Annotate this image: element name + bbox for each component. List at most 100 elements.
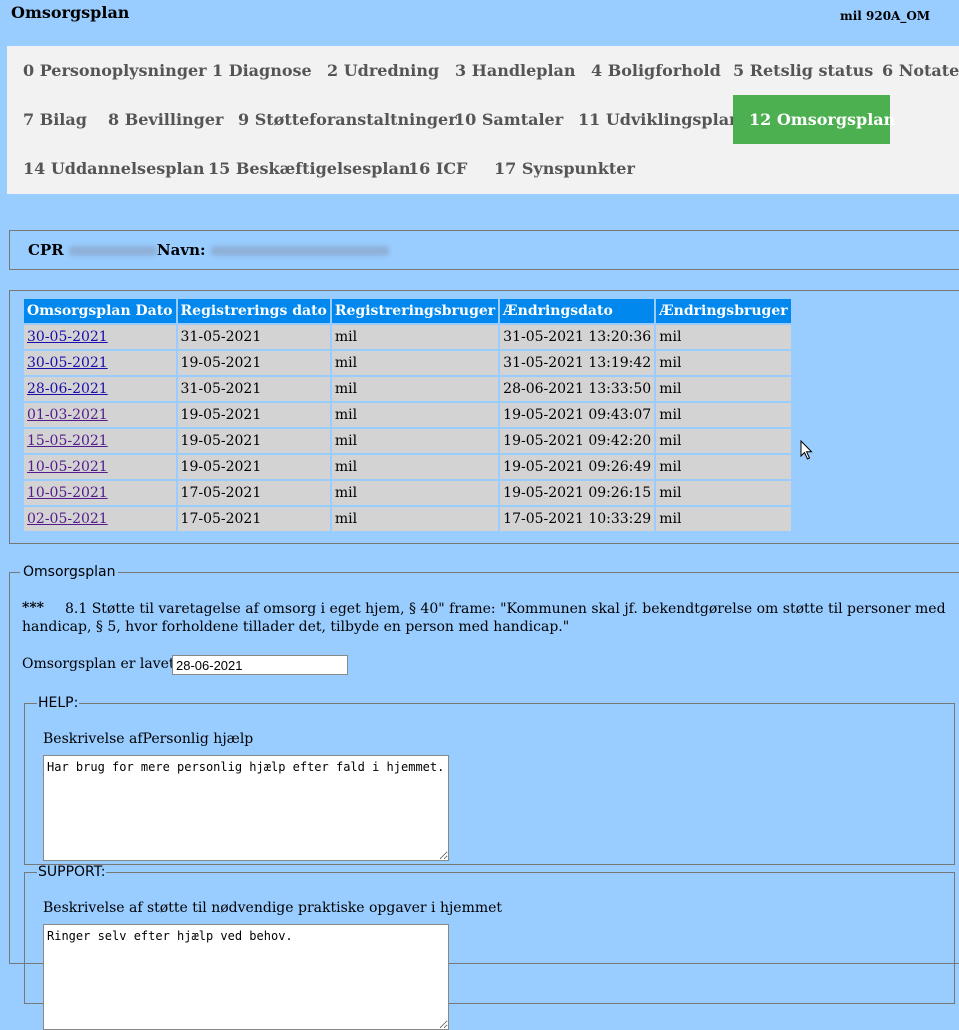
table-row: 02-05-2021 17-05-2021 mil 17-05-2021 10:… [24,507,791,531]
cell-change-date: 31-05-2021 13:20:36 [500,325,655,349]
top-bar: Omsorgsplan mil 920A_OM [0,0,959,44]
cell-change-user: mil [656,377,791,401]
help-fieldset: HELP: Beskrivelse afPersonlig hjælp Har … [24,695,955,865]
cell-reg-user: mil [331,455,499,479]
mouse-pointer-icon [800,440,813,460]
help-description-textarea[interactable]: Har brug for mere personlig hjælp efter … [43,755,449,861]
tab-personoplysninger[interactable]: 0 Personoplysninger [7,46,223,95]
cell-reg-date: 19-05-2021 [177,351,330,375]
cell-change-date: 19-05-2021 09:26:49 [500,455,655,479]
cell-reg-date: 19-05-2021 [177,403,330,427]
cell-plan-date: 01-03-2021 [24,403,176,427]
cpr-value-redacted [68,246,157,256]
plans-table-box: Omsorgsplan Dato Registrerings dato Regi… [9,290,959,544]
cell-reg-user: mil [331,403,499,427]
plan-date-link[interactable]: 15-05-2021 [27,433,108,449]
col-omsorgsplan-dato[interactable]: Omsorgsplan Dato [24,299,176,323]
col-registreringsbruger[interactable]: Registreringsbruger [331,299,499,323]
plan-date-link[interactable]: 30-05-2021 [27,329,108,345]
cell-reg-user: mil [331,351,499,375]
tab-udredning[interactable]: 2 Udredning [311,46,455,95]
tab-samtaler[interactable]: 10 Samtaler [438,95,579,144]
cell-plan-date: 02-05-2021 [24,507,176,531]
plan-date-link[interactable]: 30-05-2021 [27,355,108,371]
support-description-label: Beskrivelse af støtte til nødvendige pra… [43,900,503,916]
tab-bilag[interactable]: 7 Bilag [7,95,103,144]
page-title: Omsorgsplan [11,3,130,22]
tab-boligforhold[interactable]: 4 Boligforhold [575,46,737,95]
plan-date-link[interactable]: 10-05-2021 [27,485,108,501]
cell-reg-date: 31-05-2021 [177,377,330,401]
cell-change-user: mil [656,325,791,349]
col-registrerings-dato[interactable]: Registrerings dato [177,299,330,323]
table-row: 28-06-2021 31-05-2021 mil 28-06-2021 13:… [24,377,791,401]
help-description-label: Beskrivelse afPersonlig hjælp [43,731,254,747]
cell-change-date: 19-05-2021 09:43:07 [500,403,655,427]
cell-reg-date: 31-05-2021 [177,325,330,349]
cell-change-user: mil [656,455,791,479]
cell-change-user: mil [656,507,791,531]
cell-reg-user: mil [331,377,499,401]
rule-description: 8.1 Støtte til varetagelse af omsorg i e… [22,601,946,635]
plan-date-link[interactable]: 28-06-2021 [27,381,108,397]
tab-stoetteforanstaltninger[interactable]: 9 Støtteforanstaltninger [222,95,473,144]
tab-omsorgsplan[interactable]: 12 Omsorgsplan [733,95,895,144]
table-row: 10-05-2021 19-05-2021 mil 19-05-2021 09:… [24,455,791,479]
cell-change-user: mil [656,351,791,375]
tab-uddannelsesplan[interactable]: 14 Uddannelsesplan [7,144,221,193]
tab-bar: 0 Personoplysninger 1 Diagnose 2 Udredni… [7,46,959,194]
tab-synspunkter[interactable]: 17 Synspunkter [478,144,651,193]
plan-made-label: Omsorgsplan er lavet : [22,656,184,672]
plan-made-date-input[interactable] [172,655,348,675]
cell-reg-date: 17-05-2021 [177,507,330,531]
tab-retslig-status[interactable]: 5 Retslig status [717,46,889,95]
cell-plan-date: 30-05-2021 [24,325,176,349]
cpr-label: CPR [28,241,64,259]
cell-change-user: mil [656,481,791,505]
cell-plan-date: 28-06-2021 [24,377,176,401]
support-description-textarea[interactable]: Ringer selv efter hjælp ved behov. [43,924,449,1030]
cell-change-user: mil [656,429,791,453]
support-fieldset: SUPPORT: Beskrivelse af støtte til nødve… [24,864,955,1030]
name-value-redacted [210,246,389,256]
cell-plan-date: 10-05-2021 [24,481,176,505]
omsorgsplan-legend: Omsorgsplan [23,564,116,580]
table-row: 30-05-2021 31-05-2021 mil 31-05-2021 13:… [24,325,791,349]
cell-change-date: 28-06-2021 13:33:50 [500,377,655,401]
cell-change-date: 19-05-2021 09:26:15 [500,481,655,505]
cell-plan-date: 10-05-2021 [24,455,176,479]
plans-table: Omsorgsplan Dato Registrerings dato Regi… [22,297,793,533]
plan-date-link[interactable]: 02-05-2021 [27,511,108,527]
cell-change-date: 31-05-2021 13:19:42 [500,351,655,375]
plan-date-link[interactable]: 01-03-2021 [27,407,108,423]
tab-handleplan[interactable]: 3 Handleplan [439,46,592,95]
tab-bevillinger[interactable]: 8 Bevillinger [92,95,239,144]
cell-reg-user: mil [331,481,499,505]
cell-change-date: 17-05-2021 10:33:29 [500,507,655,531]
cell-plan-date: 15-05-2021 [24,429,176,453]
tab-udviklingsplan[interactable]: 11 Udviklingsplan [562,95,757,144]
col-aendringsdato[interactable]: Ændringsdato [500,299,655,323]
cell-reg-date: 19-05-2021 [177,455,330,479]
cell-reg-user: mil [331,507,499,531]
tab-diagnose[interactable]: 1 Diagnose [196,46,328,95]
table-row: 10-05-2021 17-05-2021 mil 19-05-2021 09:… [24,481,791,505]
user-info: mil 920A_OM [840,9,931,23]
table-header-row: Omsorgsplan Dato Registrerings dato Regi… [24,299,791,323]
cell-reg-date: 17-05-2021 [177,481,330,505]
tab-icf[interactable]: 16 ICF [392,144,483,193]
table-row: 01-03-2021 19-05-2021 mil 19-05-2021 09:… [24,403,791,427]
cell-change-date: 19-05-2021 09:42:20 [500,429,655,453]
table-row: 30-05-2021 19-05-2021 mil 31-05-2021 13:… [24,351,791,375]
person-info-line: CPR Navn: [28,241,389,259]
cell-reg-user: mil [331,325,499,349]
table-row: 15-05-2021 19-05-2021 mil 19-05-2021 09:… [24,429,791,453]
cell-reg-user: mil [331,429,499,453]
plan-date-link[interactable]: 10-05-2021 [27,459,108,475]
cell-plan-date: 30-05-2021 [24,351,176,375]
cell-change-user: mil [656,403,791,427]
col-aendringsbruger[interactable]: Ændringsbruger [656,299,791,323]
help-legend: HELP: [38,695,79,711]
tab-notater[interactable]: 6 Notater [866,46,959,95]
person-info-box: CPR Navn: [9,230,959,270]
